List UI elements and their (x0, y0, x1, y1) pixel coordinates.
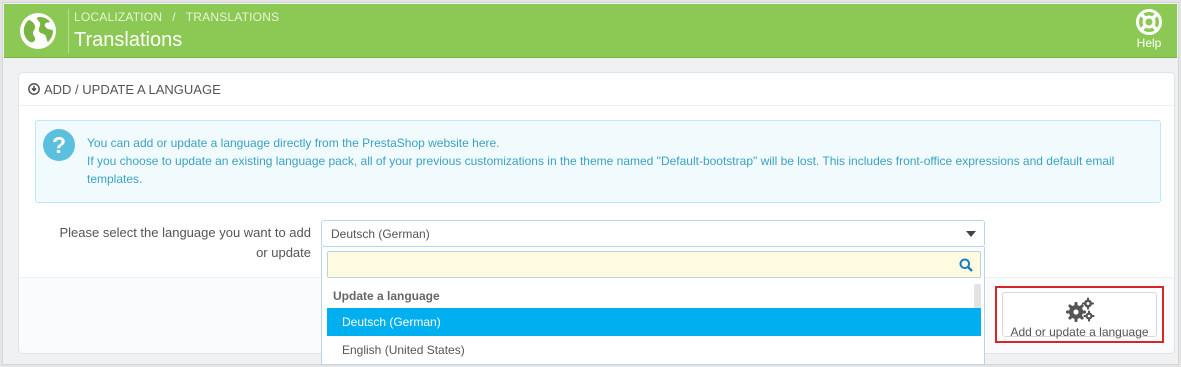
download-icon (28, 83, 40, 95)
dropdown-search-input[interactable] (327, 251, 981, 278)
lifebuoy-icon (1136, 9, 1162, 35)
breadcrumb: LOCALIZATION / TRANSLATIONS (74, 10, 279, 24)
help-button[interactable]: Help (1131, 9, 1167, 50)
panel-heading: ADD / UPDATE A LANGUAGE (19, 73, 1174, 106)
globe-icon (20, 13, 56, 49)
panel-heading-text: ADD / UPDATE A LANGUAGE (44, 81, 221, 97)
dropdown-option-english[interactable]: English (United States) (327, 336, 981, 364)
search-icon (959, 258, 973, 272)
submit-button-label: Add or update a language (1010, 325, 1149, 339)
breadcrumb-separator: / (172, 10, 176, 24)
add-or-update-language-button[interactable]: Add or update a language (1002, 292, 1157, 339)
info-line-2: If you choose to update an existing lang… (87, 154, 1115, 186)
dropdown-option-deutsch[interactable]: Deutsch (German) (327, 308, 981, 336)
page-header: LOCALIZATION / TRANSLATIONS Translations H… (4, 4, 1177, 58)
info-line-1: You can add or update a language directl… (87, 136, 500, 150)
question-icon: ? (43, 129, 75, 161)
page-title: Translations (74, 29, 183, 51)
language-select-value: Deutsch (German) (331, 227, 430, 241)
language-select-label: Please select the language you want to a… (59, 225, 311, 260)
language-select[interactable]: Deutsch (German) (321, 220, 985, 247)
header-divider (68, 9, 69, 53)
info-alert: ? You can add or update a language direc… (35, 120, 1161, 203)
help-label: Help (1136, 36, 1162, 50)
breadcrumb-item-translations[interactable]: TRANSLATIONS (186, 10, 280, 24)
caret-down-icon (966, 231, 976, 237)
gears-icon (1065, 297, 1094, 322)
dropdown-group-label: Update a language (333, 289, 440, 303)
info-text: You can add or update a language directl… (87, 134, 1157, 188)
breadcrumb-item-localization[interactable]: LOCALIZATION (74, 10, 162, 24)
submit-highlight-box: Add or update a language (995, 286, 1164, 343)
language-dropdown: Update a language Deutsch (German) Engli… (321, 247, 985, 365)
